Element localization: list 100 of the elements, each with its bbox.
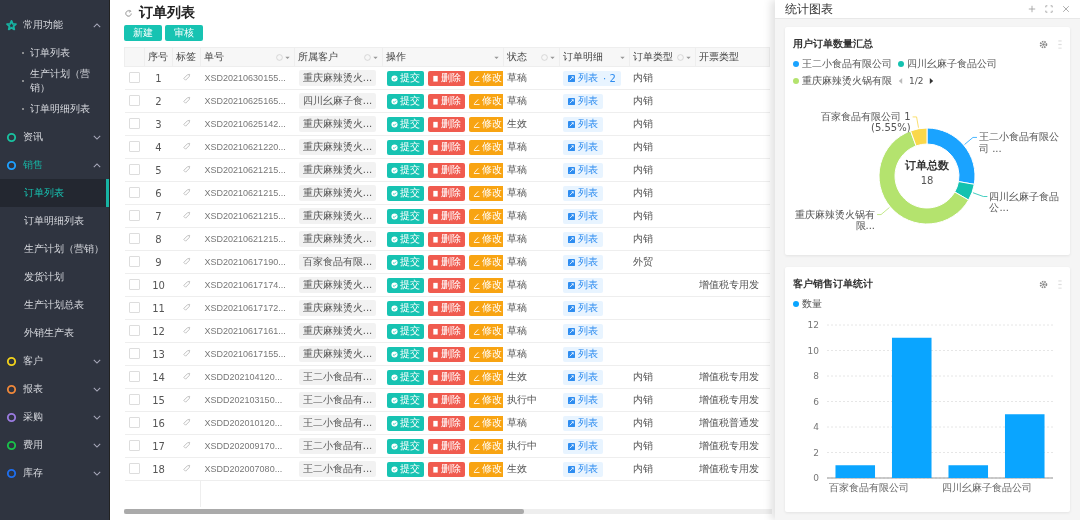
menu-item[interactable]: 订单列表 bbox=[0, 179, 109, 207]
detail-link[interactable]: 列表 bbox=[563, 323, 604, 339]
detail-link[interactable]: 列表 bbox=[563, 208, 604, 224]
tag-icon[interactable] bbox=[182, 325, 192, 335]
row-checkbox[interactable] bbox=[128, 347, 140, 359]
plus-icon[interactable] bbox=[1028, 5, 1036, 13]
row-checkbox[interactable] bbox=[128, 186, 140, 198]
submit-button[interactable]: 提交 bbox=[386, 139, 424, 155]
row-checkbox[interactable] bbox=[128, 255, 140, 267]
tag-icon[interactable] bbox=[182, 164, 192, 174]
delete-button[interactable]: 删除 bbox=[427, 369, 465, 385]
tag-icon[interactable] bbox=[182, 348, 192, 358]
delete-button[interactable]: 删除 bbox=[427, 254, 465, 270]
submit-button[interactable]: 提交 bbox=[386, 461, 424, 477]
info-icon[interactable] bbox=[276, 53, 284, 61]
edit-button[interactable]: 修改 bbox=[468, 461, 503, 477]
detail-link[interactable]: 列表 bbox=[563, 254, 604, 270]
bar[interactable] bbox=[892, 337, 932, 478]
delete-button[interactable]: 删除 bbox=[427, 139, 465, 155]
menu-group[interactable]: 销售 bbox=[0, 151, 109, 179]
submit-button[interactable]: 提交 bbox=[386, 231, 424, 247]
edit-button[interactable]: 修改 bbox=[468, 277, 503, 293]
toolbar-button[interactable]: 审核 bbox=[165, 25, 203, 41]
tag-icon[interactable] bbox=[182, 371, 192, 381]
submit-button[interactable]: 提交 bbox=[386, 415, 424, 431]
legend-item[interactable]: 王二小食品有限公司 bbox=[793, 57, 892, 71]
submit-button[interactable]: 提交 bbox=[386, 438, 424, 454]
menu-group[interactable]: 库存 bbox=[0, 459, 109, 487]
menu-item[interactable]: 外销生产表 bbox=[0, 319, 109, 347]
detail-link[interactable]: 列表 bbox=[563, 392, 604, 408]
detail-link[interactable]: 列表 bbox=[563, 231, 604, 247]
detail-link[interactable]: 列表 · 2 bbox=[563, 70, 621, 86]
row-checkbox[interactable] bbox=[128, 439, 140, 451]
menu-group[interactable]: 采购 bbox=[0, 403, 109, 431]
delete-button[interactable]: 删除 bbox=[427, 415, 465, 431]
edit-button[interactable]: 修改 bbox=[468, 162, 503, 178]
scrollbar-thumb[interactable] bbox=[124, 509, 524, 514]
row-checkbox[interactable] bbox=[128, 301, 140, 313]
tag-icon[interactable] bbox=[182, 256, 192, 266]
detail-link[interactable]: 列表 bbox=[563, 300, 604, 316]
menu-item[interactable]: 订单列表 bbox=[0, 39, 109, 67]
detail-link[interactable]: 列表 bbox=[563, 346, 604, 362]
detail-link[interactable]: 列表 bbox=[563, 93, 604, 109]
row-checkbox[interactable] bbox=[128, 94, 140, 106]
menu-group[interactable]: 费用 bbox=[0, 431, 109, 459]
submit-button[interactable]: 提交 bbox=[386, 162, 424, 178]
menu-group[interactable]: 常用功能 bbox=[0, 11, 109, 39]
delete-button[interactable]: 删除 bbox=[427, 438, 465, 454]
detail-link[interactable]: 列表 bbox=[563, 277, 604, 293]
submit-button[interactable]: 提交 bbox=[386, 346, 424, 362]
tag-icon[interactable] bbox=[182, 72, 192, 82]
gear-icon[interactable] bbox=[1039, 279, 1048, 289]
menu-item[interactable]: 生产计划（营销） bbox=[0, 235, 109, 263]
info-icon[interactable] bbox=[676, 53, 684, 61]
detail-link[interactable]: 列表 bbox=[563, 139, 604, 155]
submit-button[interactable]: 提交 bbox=[386, 254, 424, 270]
info-icon[interactable] bbox=[364, 53, 372, 61]
delete-button[interactable]: 删除 bbox=[427, 162, 465, 178]
edit-button[interactable]: 修改 bbox=[468, 116, 503, 132]
delete-button[interactable]: 删除 bbox=[427, 300, 465, 316]
tag-icon[interactable] bbox=[182, 210, 192, 220]
edit-button[interactable]: 修改 bbox=[468, 438, 503, 454]
edit-button[interactable]: 修改 bbox=[468, 70, 503, 86]
edit-button[interactable]: 修改 bbox=[468, 139, 503, 155]
delete-button[interactable]: 删除 bbox=[427, 93, 465, 109]
close-icon[interactable] bbox=[1062, 5, 1070, 13]
legend-item[interactable]: 数量 bbox=[793, 297, 822, 311]
refresh-icon[interactable] bbox=[124, 8, 133, 18]
legend-item[interactable]: 重庆麻辣烫火锅有限 bbox=[793, 74, 892, 88]
menu-item[interactable]: 订单明细列表 bbox=[0, 95, 109, 123]
tag-icon[interactable] bbox=[182, 118, 192, 128]
submit-button[interactable]: 提交 bbox=[386, 208, 424, 224]
row-checkbox[interactable] bbox=[128, 71, 140, 83]
submit-button[interactable]: 提交 bbox=[386, 277, 424, 293]
tag-icon[interactable] bbox=[182, 394, 192, 404]
delete-button[interactable]: 删除 bbox=[427, 277, 465, 293]
row-checkbox[interactable] bbox=[128, 163, 140, 175]
delete-button[interactable]: 删除 bbox=[427, 392, 465, 408]
bar[interactable] bbox=[1005, 414, 1045, 478]
bar[interactable] bbox=[835, 465, 876, 478]
edit-button[interactable]: 修改 bbox=[468, 208, 503, 224]
tag-icon[interactable] bbox=[182, 95, 192, 105]
tag-icon[interactable] bbox=[182, 302, 192, 312]
delete-button[interactable]: 删除 bbox=[427, 323, 465, 339]
tag-icon[interactable] bbox=[182, 440, 192, 450]
delete-button[interactable]: 删除 bbox=[427, 185, 465, 201]
submit-button[interactable]: 提交 bbox=[386, 323, 424, 339]
info-icon[interactable] bbox=[540, 53, 548, 61]
submit-button[interactable]: 提交 bbox=[386, 185, 424, 201]
edit-button[interactable]: 修改 bbox=[468, 93, 503, 109]
menu-group[interactable]: 客户 bbox=[0, 347, 109, 375]
detail-link[interactable]: 列表 bbox=[563, 162, 604, 178]
submit-button[interactable]: 提交 bbox=[386, 300, 424, 316]
edit-button[interactable]: 修改 bbox=[468, 323, 503, 339]
previous-icon[interactable] bbox=[898, 77, 903, 85]
detail-link[interactable]: 列表 bbox=[563, 369, 604, 385]
submit-button[interactable]: 提交 bbox=[386, 70, 424, 86]
row-checkbox[interactable] bbox=[128, 209, 140, 221]
submit-button[interactable]: 提交 bbox=[386, 116, 424, 132]
menu-item[interactable]: 生产计划总表 bbox=[0, 291, 109, 319]
